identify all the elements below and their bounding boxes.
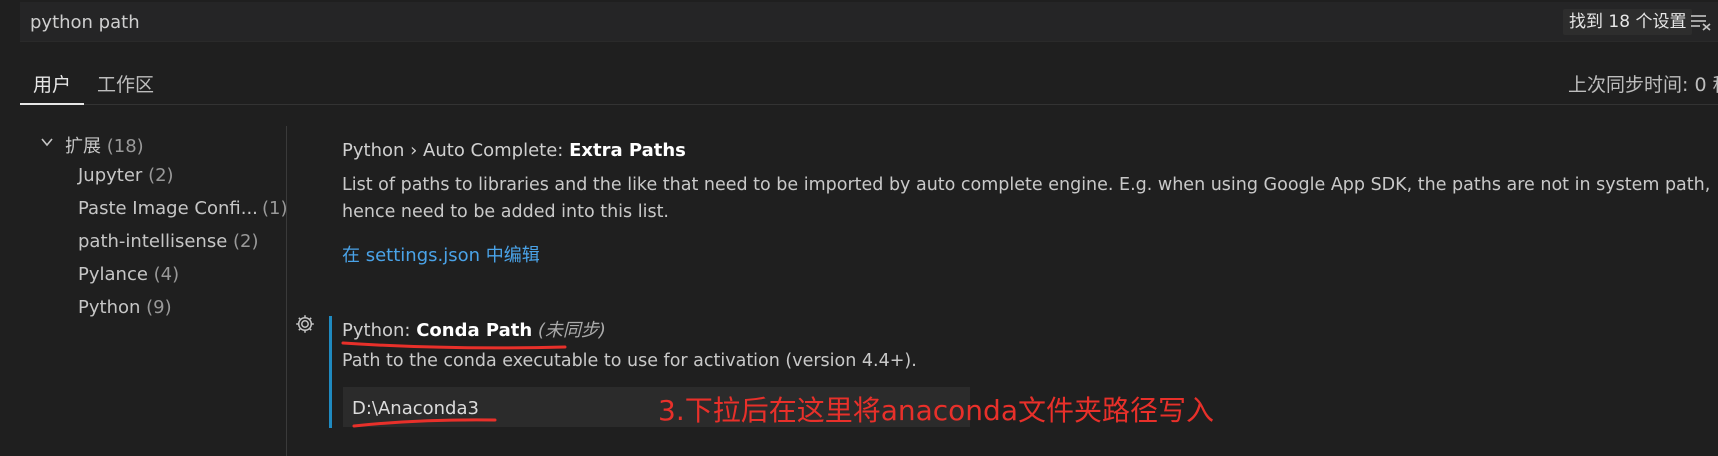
tree-item-label: path-intellisense: [78, 231, 228, 252]
red-underline-annotation: [352, 418, 497, 428]
tree-group-label: 扩展: [65, 136, 101, 157]
tab-user[interactable]: 用户: [33, 70, 71, 97]
active-tab-indicator: [20, 103, 84, 105]
tree-item-python[interactable]: Python (9): [78, 297, 172, 318]
modified-indicator: [329, 316, 332, 428]
tabs-divider: [20, 104, 1718, 105]
setting-description-line: List of paths to libraries and the like …: [342, 175, 1711, 195]
tree-item-jupyter[interactable]: Jupyter (2): [78, 165, 174, 186]
tree-item-label: Pylance: [78, 264, 148, 285]
setting-description-line: hence need to be added into this list.: [342, 202, 669, 222]
tab-workspace[interactable]: 工作区: [97, 70, 154, 97]
tree-item-count: (9): [146, 297, 172, 318]
setting-category: Python › Auto Complete:: [342, 140, 570, 161]
chevron-down-icon[interactable]: [40, 135, 54, 149]
tree-item-count: (4): [153, 264, 180, 285]
tree-item-paste-image[interactable]: Paste Image Confi... (1): [78, 198, 288, 219]
tree-item-count: (1): [262, 198, 288, 219]
clear-filter-icon[interactable]: [1690, 13, 1712, 31]
setting-description: List of paths to libraries and the like …: [342, 172, 1712, 226]
tree-item-count: (2): [233, 231, 259, 252]
tree-divider: [286, 126, 287, 456]
sync-status: 上次同步时间: 0 秒: [1568, 74, 1718, 96]
setting-name: Extra Paths: [569, 140, 686, 161]
tree-item-label: Jupyter: [78, 165, 143, 186]
settings-search-bar[interactable]: [20, 2, 1718, 42]
tree-group-extensions[interactable]: 扩展 (18): [65, 132, 144, 158]
annotation-text: 3.下拉后在这里将anaconda文件夹路径写入: [658, 394, 1214, 427]
search-input[interactable]: python path: [30, 12, 140, 33]
tree-item-count: (2): [148, 165, 174, 186]
setting-title-extra-paths: Python › Auto Complete: Extra Paths: [342, 140, 686, 161]
tree-item-pylance[interactable]: Pylance (4): [78, 264, 179, 285]
tree-group-count: (18): [106, 136, 144, 157]
gear-icon[interactable]: [294, 313, 316, 335]
edit-in-settings-json-link[interactable]: 在 settings.json 中编辑: [342, 241, 540, 267]
search-result-count: 找到 18 个设置: [1563, 9, 1693, 35]
setting-description: Path to the conda executable to use for …: [342, 351, 917, 371]
tree-item-label: Paste Image Confi...: [78, 198, 258, 219]
tree-item-path-intellisense[interactable]: path-intellisense (2): [78, 231, 259, 252]
tree-item-label: Python: [78, 297, 141, 318]
red-underline-annotation: [341, 341, 567, 350]
